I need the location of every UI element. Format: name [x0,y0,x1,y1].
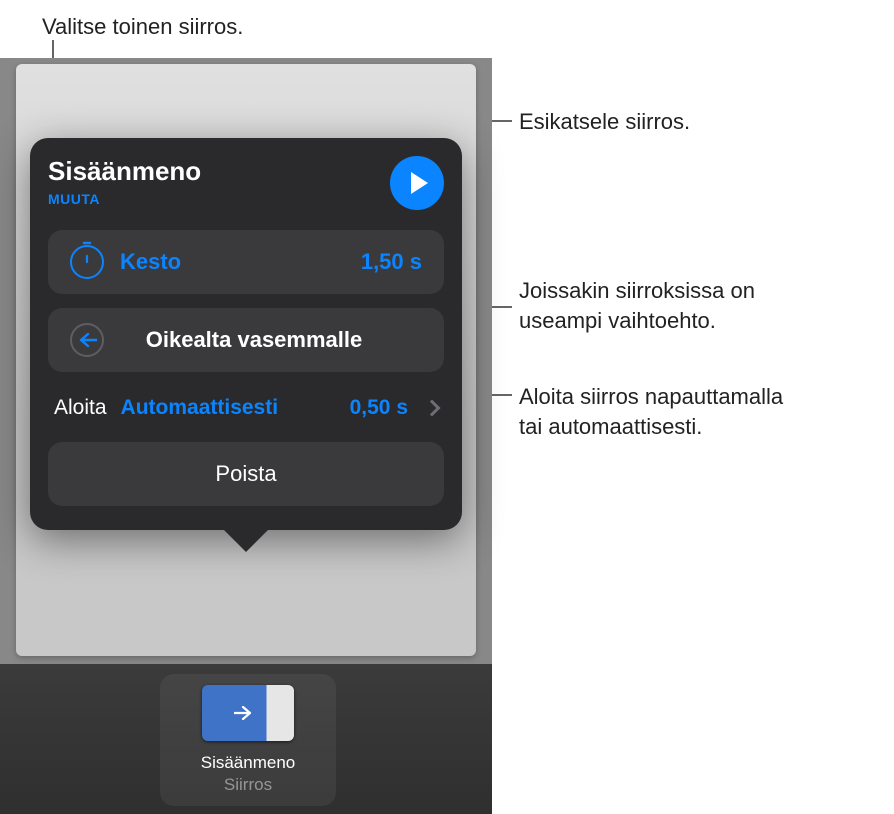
popover-title-group: Sisäänmeno MUUTA [48,156,201,207]
start-type-value: Automaattisesti [121,396,340,420]
direction-control[interactable]: Oikealta vasemmalle [48,308,444,372]
callout-start: Aloita siirros napauttamalla tai automaa… [519,382,783,441]
transition-chip-subtitle: Siirros [224,775,272,795]
arrow-right-icon [234,706,254,720]
app-viewport: Sisäänmeno Siirros Sisäänmeno MUUTA [0,58,492,814]
bottom-toolbar: Sisäänmeno Siirros [0,664,492,814]
change-transition-button[interactable]: MUUTA [48,191,201,207]
duration-control[interactable]: Kesto 1,50 s [48,230,444,294]
transition-popover: Sisäänmeno MUUTA Kesto 1,50 s [30,138,462,530]
transition-chip-title: Sisäänmeno [201,753,296,773]
start-delay-value: 0,50 s [350,396,408,420]
direction-label: Oikealta vasemmalle [120,327,388,353]
delete-button[interactable]: Poista [48,442,444,506]
callout-preview: Esikatsele siirros. [519,107,690,137]
chevron-right-icon [424,400,441,417]
popover-body: Kesto 1,50 s Oikealta vasemmalle Aloita … [48,230,444,506]
stopwatch-icon [70,245,104,279]
start-control[interactable]: Aloita Automaattisesti 0,50 s [48,386,444,428]
callout-options: Joissakin siirroksissa on useampi vaihto… [519,276,755,335]
transition-thumbnail [202,685,294,741]
start-label: Aloita [54,396,107,420]
popover-header: Sisäänmeno MUUTA [48,156,444,210]
play-icon [411,172,428,194]
arrow-left-icon [70,323,104,357]
preview-button[interactable] [390,156,444,210]
callout-change: Valitse toinen siirros. [42,12,243,42]
popover-title: Sisäänmeno [48,156,201,187]
transition-chip[interactable]: Sisäänmeno Siirros [160,674,336,806]
duration-label: Kesto [120,249,361,275]
duration-value: 1,50 s [361,249,422,275]
